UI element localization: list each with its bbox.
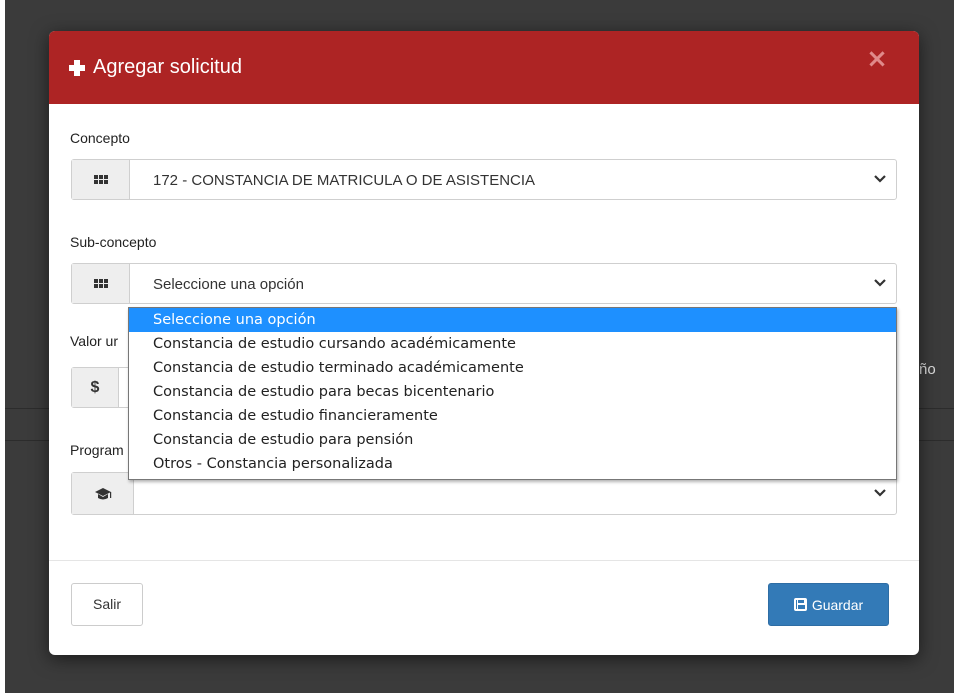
dropdown-option[interactable]: Constancia de estudio para pensión	[129, 428, 896, 452]
dropdown-option[interactable]: Constancia de estudio cursando académica…	[129, 332, 896, 356]
subconcepto-dropdown-list[interactable]: Seleccione una opción Constancia de estu…	[128, 307, 897, 480]
concepto-addon	[72, 160, 130, 199]
dropdown-option[interactable]: Otros - Constancia personalizada	[129, 452, 896, 476]
valor-label: Valor ur	[70, 333, 118, 349]
chevron-down-icon	[874, 487, 886, 497]
plus-icon	[69, 59, 85, 76]
footer-divider	[49, 560, 919, 561]
modal-header: Agregar solicitud ×	[49, 31, 919, 104]
floppy-disk-icon	[793, 598, 807, 611]
programa-label: Program	[70, 442, 124, 458]
concepto-select[interactable]: 172 - CONSTANCIA DE MATRICULA O DE ASIST…	[71, 159, 897, 200]
dropdown-option[interactable]: Seleccione una opción	[129, 308, 896, 332]
valor-addon: $	[72, 368, 119, 407]
chevron-down-icon	[874, 277, 886, 287]
concepto-value: 172 - CONSTANCIA DE MATRICULA O DE ASIST…	[153, 172, 536, 189]
subconcepto-select[interactable]: Seleccione una opción	[71, 263, 897, 304]
chevron-down-icon	[874, 173, 886, 183]
dollar-icon: $	[90, 378, 100, 396]
dropdown-option[interactable]: Constancia de estudio financieramente	[129, 404, 896, 428]
background-column-fragment: ño	[919, 361, 936, 378]
dropdown-option[interactable]: Constancia de estudio para becas bicente…	[129, 380, 896, 404]
subconcepto-addon	[72, 264, 130, 303]
subconcepto-label: Sub-concepto	[70, 234, 157, 250]
th-grid-icon	[93, 175, 108, 184]
close-button[interactable]: ×	[862, 44, 892, 74]
th-grid-icon	[93, 279, 108, 288]
dropdown-option[interactable]: Constancia de estudio terminado académic…	[129, 356, 896, 380]
save-button[interactable]: Guardar	[768, 583, 889, 626]
subconcepto-value: Seleccione una opción	[153, 276, 304, 293]
graduation-cap-icon	[94, 487, 111, 499]
concepto-label: Concepto	[70, 130, 130, 146]
modal-title-text: Agregar solicitud	[93, 56, 242, 78]
programa-addon	[72, 473, 134, 514]
save-button-label: Guardar	[811, 596, 864, 613]
modal-title: Agregar solicitud	[69, 56, 242, 79]
exit-button[interactable]: Salir	[71, 583, 143, 626]
